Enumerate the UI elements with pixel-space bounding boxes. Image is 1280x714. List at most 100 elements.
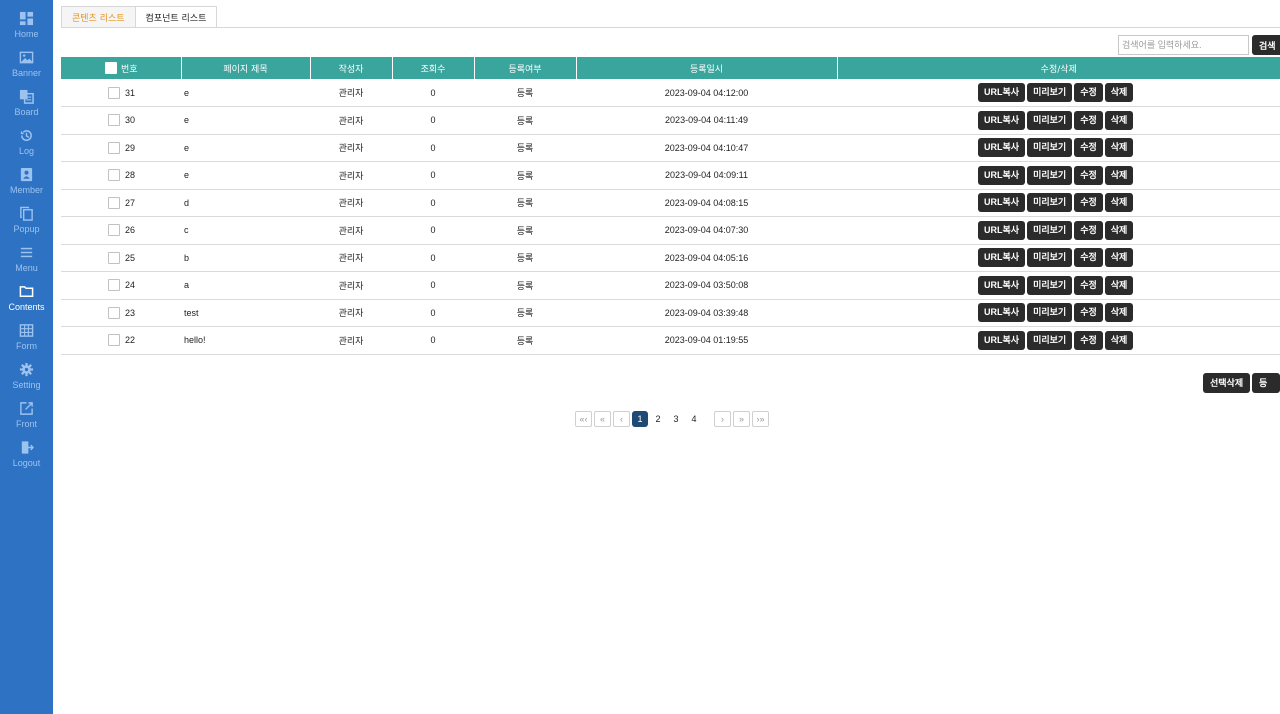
delete-selected-button[interactable]: 선택삭제 xyxy=(1203,373,1251,393)
delete-button[interactable]: 삭제 xyxy=(1104,303,1134,323)
sidebar-item-contents[interactable]: Contents xyxy=(0,281,53,320)
sidebar-item-home[interactable]: Home xyxy=(0,8,53,47)
table-body: 31 e 관리자 0 등록 2023-09-04 04:12:00 URL복사 미리보기 수정 삭… xyxy=(61,79,1280,354)
edit-button[interactable]: 수정 xyxy=(1074,83,1103,102)
preview-button[interactable]: 미리보기 xyxy=(1027,248,1073,268)
cell-views: 0 xyxy=(430,307,436,318)
delete-button[interactable]: 삭제 xyxy=(1104,165,1134,185)
sidebar-item-label: Form xyxy=(16,341,37,351)
copy-url-button[interactable]: URL복사 xyxy=(978,330,1026,350)
copy-url-button[interactable]: URL복사 xyxy=(978,193,1026,213)
row-number: 22 xyxy=(125,335,136,346)
edit-button[interactable]: 수정 xyxy=(1074,303,1103,323)
edit-button[interactable]: 수정 xyxy=(1074,330,1103,350)
cell-date: 2023-09-04 04:07:30 xyxy=(664,225,749,236)
delete-button[interactable]: 삭제 xyxy=(1104,110,1134,130)
row-checkbox[interactable] xyxy=(108,141,120,154)
sidebar-item-label: Banner xyxy=(11,68,42,78)
preview-button[interactable]: 미리보기 xyxy=(1027,275,1073,295)
page-2-button[interactable]: 2 xyxy=(650,411,666,427)
preview-button[interactable]: 미리보기 xyxy=(1027,165,1073,185)
row-checkbox[interactable] xyxy=(108,196,120,209)
row-checkbox[interactable] xyxy=(108,279,120,292)
delete-button[interactable]: 삭제 xyxy=(1104,138,1134,158)
preview-button[interactable]: 미리보기 xyxy=(1027,110,1073,130)
tab-contents-list[interactable]: 콘텐츠 리스트 xyxy=(61,6,136,28)
sidebar-item-label: Front xyxy=(15,419,37,429)
cell-date: 2023-09-04 04:08:15 xyxy=(664,197,749,208)
preview-button[interactable]: 미리보기 xyxy=(1027,193,1073,213)
copy-url-button[interactable]: URL복사 xyxy=(978,83,1026,102)
table-row: 27 d 관리자 0 등록 2023-09-04 04:08:15 URL복사 미리보기 수정 삭… xyxy=(61,189,1280,217)
cell-actions: URL복사 미리보기 수정 삭제 xyxy=(837,79,1280,107)
prev-page-button[interactable]: ‹ xyxy=(613,411,630,427)
cell-date: 2023-09-04 04:09:11 xyxy=(665,170,748,181)
cell-title: e xyxy=(184,87,190,98)
preview-button[interactable]: 미리보기 xyxy=(1027,330,1073,350)
preview-button[interactable]: 미리보기 xyxy=(1027,303,1073,323)
next-page-button[interactable]: › xyxy=(714,411,731,427)
row-checkbox[interactable] xyxy=(108,86,120,99)
copy-url-button[interactable]: URL복사 xyxy=(978,138,1026,158)
sidebar-item-member[interactable]: Member xyxy=(0,164,53,203)
edit-button[interactable]: 수정 xyxy=(1074,138,1103,158)
first-page-button[interactable]: «‹ xyxy=(575,411,592,427)
search-input[interactable] xyxy=(1118,35,1249,55)
row-checkbox[interactable] xyxy=(108,306,120,319)
delete-button[interactable]: 삭제 xyxy=(1104,248,1134,268)
row-number: 23 xyxy=(125,307,136,318)
sidebar-item-logout[interactable]: Logout xyxy=(0,437,53,476)
cell-author: 관리자 xyxy=(338,253,364,264)
preview-button[interactable]: 미리보기 xyxy=(1027,138,1073,158)
next-group-button[interactable]: » xyxy=(733,411,750,427)
last-page-button[interactable]: ›» xyxy=(752,411,769,427)
sidebar-item-banner[interactable]: Banner xyxy=(0,47,53,86)
column-header-title: 페이지 제목 xyxy=(181,57,311,79)
sidebar-item-front[interactable]: Front xyxy=(0,398,53,437)
sidebar-item-log[interactable]: Log xyxy=(0,125,53,164)
delete-button[interactable]: 삭제 xyxy=(1104,83,1134,102)
preview-button[interactable]: 미리보기 xyxy=(1027,83,1073,102)
cell-number: 24 xyxy=(61,272,181,300)
prev-group-button[interactable]: « xyxy=(594,411,611,427)
sidebar-item-menu[interactable]: Menu xyxy=(0,242,53,281)
delete-button[interactable]: 삭제 xyxy=(1104,220,1134,240)
page-4-button[interactable]: 4 xyxy=(686,411,702,427)
page-3-button[interactable]: 3 xyxy=(668,411,684,427)
row-checkbox[interactable] xyxy=(108,251,120,264)
row-checkbox[interactable] xyxy=(108,169,120,182)
register-button[interactable]: 등록 xyxy=(1252,373,1280,408)
table-row: 26 c 관리자 0 등록 2023-09-04 04:07:30 URL복사 미리보기 수정 삭… xyxy=(61,217,1280,244)
edit-button[interactable]: 수정 xyxy=(1074,110,1103,130)
edit-button[interactable]: 수정 xyxy=(1074,165,1103,185)
row-checkbox[interactable] xyxy=(108,224,120,237)
sidebar-item-setting[interactable]: Setting xyxy=(0,359,53,398)
delete-button[interactable]: 삭제 xyxy=(1104,193,1134,213)
cell-title: d xyxy=(184,197,190,208)
table-row: 29 e 관리자 0 등록 2023-09-04 04:10:47 URL복사 미리보기 수정 삭… xyxy=(61,134,1280,162)
delete-button[interactable]: 삭제 xyxy=(1104,275,1134,295)
page-1-button[interactable]: 1 xyxy=(632,411,648,427)
copy-url-button[interactable]: URL복사 xyxy=(978,303,1026,323)
copy-url-button[interactable]: URL복사 xyxy=(978,110,1026,130)
edit-button[interactable]: 수정 xyxy=(1074,220,1103,240)
sidebar-item-form[interactable]: Form xyxy=(0,320,53,359)
row-checkbox[interactable] xyxy=(108,114,120,127)
copy-url-button[interactable]: URL복사 xyxy=(978,248,1026,268)
preview-button[interactable]: 미리보기 xyxy=(1027,220,1073,240)
search-button[interactable]: 검색 xyxy=(1252,35,1280,55)
edit-button[interactable]: 수정 xyxy=(1074,248,1103,268)
row-checkbox[interactable] xyxy=(108,334,120,347)
copy-url-button[interactable]: URL복사 xyxy=(978,275,1026,295)
copy-url-button[interactable]: URL복사 xyxy=(978,220,1026,240)
copy-url-button[interactable]: URL복사 xyxy=(978,165,1026,185)
sidebar-item-board[interactable]: Board xyxy=(0,86,53,125)
delete-button[interactable]: 삭제 xyxy=(1104,330,1134,350)
row-number: 26 xyxy=(125,225,136,236)
select-all-checkbox[interactable] xyxy=(105,62,117,74)
edit-button[interactable]: 수정 xyxy=(1074,193,1103,213)
tab-component-list[interactable]: 컴포넌트 리스트 xyxy=(134,6,218,28)
sidebar-item-popup[interactable]: Popup xyxy=(0,203,53,242)
row-number: 28 xyxy=(125,170,136,181)
edit-button[interactable]: 수정 xyxy=(1074,275,1103,295)
